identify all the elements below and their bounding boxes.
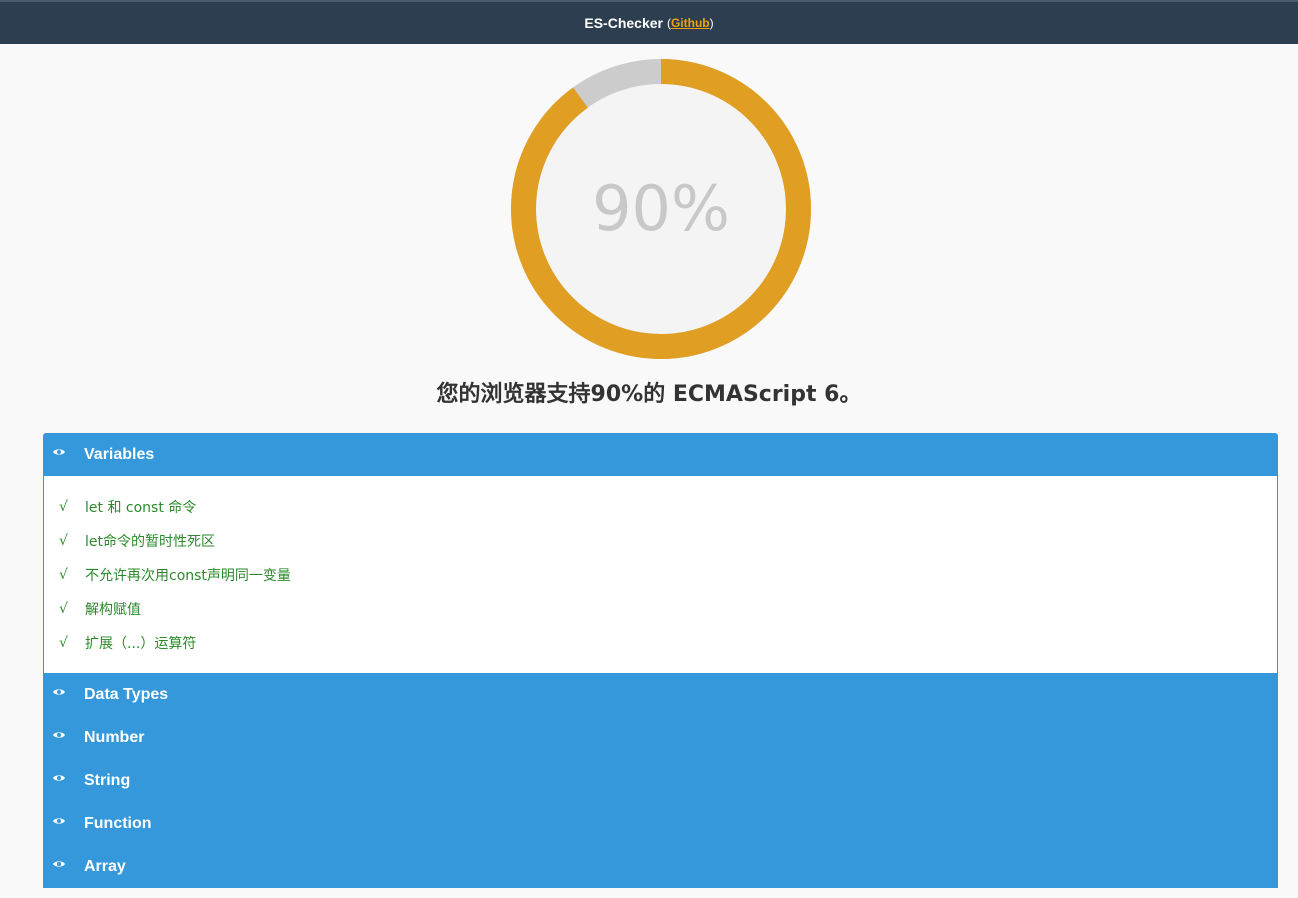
top-bar: ES-Checker (Github)	[0, 0, 1298, 44]
feature-item: √ let命令的暂时性死区	[44, 524, 1277, 558]
section-header-data-types[interactable]: Data Types	[43, 673, 1278, 716]
section-header-string[interactable]: String	[43, 759, 1278, 802]
feature-item-label: 解构赋值	[85, 602, 141, 618]
feature-accordion: Variables √ let 和 const 命令 √ let命令的暂时性死区 √ 不允许…	[43, 433, 1278, 888]
close-paren: )	[709, 16, 714, 30]
github-link-wrapper: (Github)	[667, 16, 714, 30]
feature-item-label: let命令的暂时性死区	[85, 534, 215, 550]
section-header-array[interactable]: Array	[43, 845, 1278, 888]
section-body: √ let 和 const 命令 √ let命令的暂时性死区 √ 不允许再次用const声…	[43, 476, 1278, 673]
section-header-function[interactable]: Function	[43, 802, 1278, 845]
feature-item: √ 不允许再次用const声明同一变量	[44, 558, 1277, 592]
feature-item-label: 不允许再次用const声明同一变量	[85, 568, 291, 584]
progress-ring: 90%	[511, 59, 811, 359]
feature-item-label: 扩展（...）运算符	[85, 636, 197, 652]
section-title: Array	[84, 857, 126, 875]
progress-percent-label: 90%	[592, 171, 730, 245]
support-summary: 您的浏览器支持90%的 ECMAScript 6。	[436, 382, 862, 407]
app-title: ES-Checker	[584, 15, 663, 31]
section-title: Variables	[84, 445, 155, 463]
section-header-number[interactable]: Number	[43, 716, 1278, 759]
section-header-variables[interactable]: Variables	[43, 433, 1278, 476]
section-title: Number	[84, 728, 145, 746]
feature-item: √ 解构赋值	[44, 592, 1277, 626]
section-title: Data Types	[84, 685, 169, 703]
check-icon: √	[59, 567, 68, 583]
check-icon: √	[59, 533, 68, 549]
check-icon: √	[59, 499, 68, 515]
check-icon: √	[59, 635, 68, 651]
check-icon: √	[59, 601, 68, 617]
feature-item: √ 扩展（...）运算符	[44, 626, 1277, 660]
section-title: Function	[84, 814, 152, 832]
github-link[interactable]: Github	[671, 16, 710, 30]
section-title: String	[84, 771, 131, 789]
feature-item-label: let 和 const 命令	[85, 500, 197, 516]
feature-item: √ let 和 const 命令	[44, 490, 1277, 524]
